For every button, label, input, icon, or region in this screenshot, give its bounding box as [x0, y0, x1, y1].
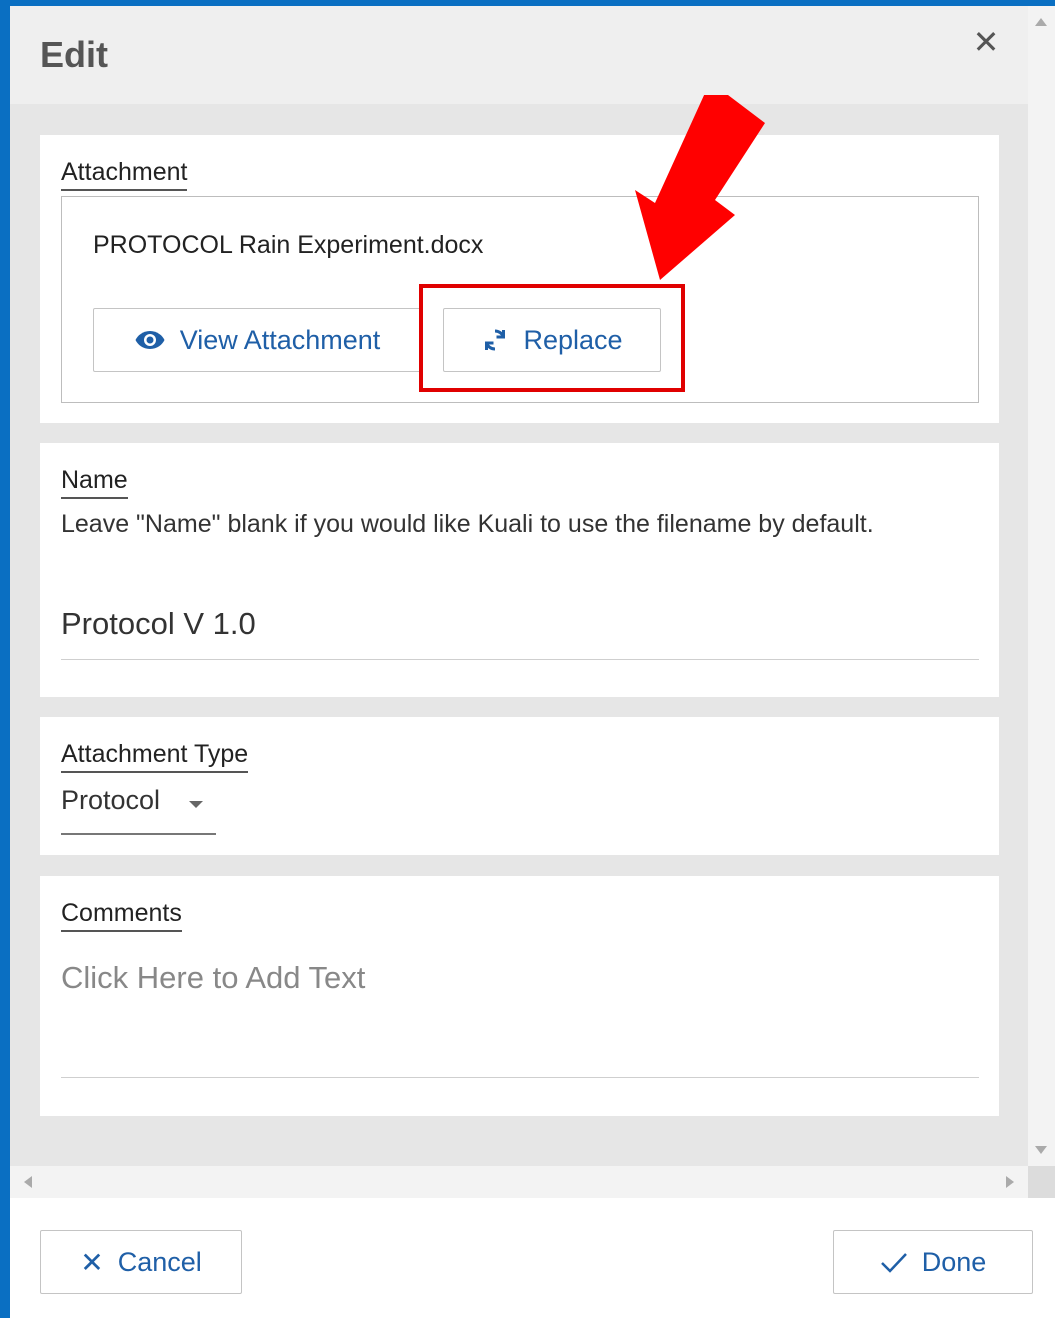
attachment-label: Attachment: [61, 157, 188, 191]
scroll-down-icon[interactable]: [1035, 1146, 1047, 1154]
name-section: Name Leave "Name" blank if you would lik…: [40, 443, 999, 697]
replace-highlight-box: [419, 284, 685, 392]
close-icon[interactable]: ✕: [970, 26, 1002, 58]
cancel-button[interactable]: ✕ Cancel: [40, 1230, 242, 1294]
comments-input[interactable]: Click Here to Add Text: [61, 960, 979, 1078]
name-input-underline: [61, 659, 979, 660]
name-help-text: Leave "Name" blank if you would like Kua…: [61, 510, 874, 538]
done-button[interactable]: Done: [833, 1230, 1033, 1294]
close-icon: ✕: [80, 1246, 104, 1278]
attachment-type-label: Attachment Type: [61, 739, 249, 773]
scrollbar-corner: [1028, 1166, 1055, 1198]
comments-section: Comments Click Here to Add Text: [40, 876, 999, 1116]
cancel-label: Cancel: [117, 1246, 202, 1277]
attachment-filename: PROTOCOL Rain Experiment.docx: [93, 231, 484, 259]
dialog-title: Edit: [40, 34, 108, 75]
caret-down-icon: [189, 801, 203, 808]
eye-icon: [135, 331, 165, 349]
scroll-left-icon[interactable]: [24, 1176, 32, 1188]
comments-label: Comments: [61, 898, 182, 932]
view-attachment-button[interactable]: View Attachment: [93, 308, 421, 372]
name-input[interactable]: Protocol V 1.0: [61, 606, 256, 642]
annotation-arrow-icon: [635, 95, 765, 280]
attachment-type-value: Protocol: [61, 785, 161, 815]
scroll-right-icon[interactable]: [1006, 1176, 1014, 1188]
view-attachment-label: View Attachment: [179, 324, 381, 355]
attachment-type-select[interactable]: Protocol: [61, 785, 216, 835]
dialog-header: Edit ✕: [10, 6, 1028, 104]
horizontal-scrollbar[interactable]: [10, 1166, 1028, 1198]
check-icon: [880, 1253, 907, 1273]
done-label: Done: [921, 1246, 987, 1277]
attachment-type-section: Attachment Type Protocol: [40, 717, 999, 855]
scroll-up-icon[interactable]: [1035, 18, 1047, 26]
name-label: Name: [61, 465, 128, 499]
vertical-scrollbar[interactable]: [1028, 6, 1055, 1166]
